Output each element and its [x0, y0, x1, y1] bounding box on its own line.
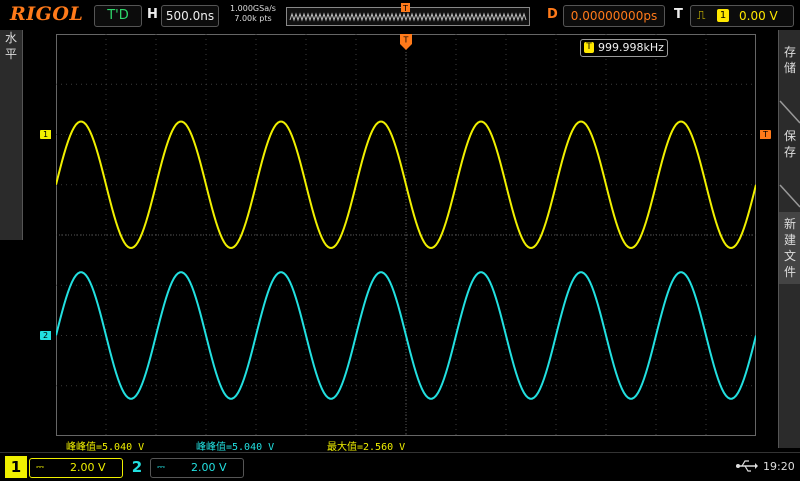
usb-icon [736, 459, 758, 477]
memory-overview[interactable]: T [286, 3, 530, 26]
menu-divider-icon [779, 184, 800, 208]
measurement-ch2-vpp: 峰峰值=5.040 V [196, 442, 275, 453]
side-menu-item-storage[interactable]: 存储 [779, 44, 800, 76]
ch2-settings[interactable]: ⎓ 2.00 V [150, 458, 244, 478]
side-menu-item-save[interactable]: 保存 [779, 128, 800, 160]
memory-overview-graphic: T [286, 3, 530, 26]
ch2-scale: 2.00 V [191, 461, 227, 474]
sample-info: 1.000GSa/s 7.00k pts [228, 4, 278, 24]
ch1-scale: 2.00 V [70, 461, 106, 474]
trigger-position-text: T [403, 36, 409, 45]
run-mode-indicator[interactable]: T'D [94, 5, 142, 27]
delay-value[interactable]: 0.00000000ps [563, 5, 665, 27]
side-menu-item-new-file[interactable]: 新建文件 [779, 212, 800, 284]
trigger-level: 0.00 V [739, 9, 778, 23]
ch1-settings[interactable]: ⎓ 2.00 V [29, 458, 123, 478]
waveform-grid [55, 34, 757, 436]
horizontal-menu-label: 水平 [4, 31, 17, 61]
frequency-value: 999.998kHz [598, 41, 664, 54]
horizontal-label: H [147, 7, 158, 22]
memory-trigger-text: T [402, 4, 408, 13]
ch2-number: 2 [131, 458, 143, 476]
measurement-ch1-vmax: 最大值=2.560 V [327, 442, 406, 453]
trigger-label: T [674, 7, 683, 22]
clock: 19:20 [763, 460, 795, 473]
ch2-tab[interactable]: 2 ⎓ 2.00 V [126, 456, 246, 478]
ch1-tab[interactable]: 1 ⎓ 2.00 V [5, 456, 125, 478]
rising-edge-icon: ⎍ [697, 8, 706, 22]
trigger-position-marker[interactable]: T [400, 34, 412, 50]
counter-source-badge: T [584, 42, 594, 53]
menu-divider-icon [779, 100, 800, 124]
trigger-level-marker[interactable]: T [760, 130, 771, 139]
memory-depth: 7.00k pts [234, 14, 272, 23]
waveform-display[interactable] [55, 34, 757, 436]
ch1-dc-coupling-icon: ⎓ [36, 462, 44, 473]
ch2-dc-coupling-icon: ⎓ [157, 462, 165, 473]
measurement-ch1-vpp: 峰峰值=5.040 V [66, 442, 145, 453]
trigger-settings[interactable]: ⎍ 1 0.00 V [690, 5, 794, 27]
frequency-counter: T 999.998kHz [580, 39, 668, 57]
rigol-logo: RIGOL [10, 3, 84, 25]
side-menu: 存储 保存 新建文件 [778, 30, 800, 448]
trigger-source-badge: 1 [717, 9, 729, 22]
delay-label: D [547, 7, 558, 22]
timebase-value[interactable]: 500.0ns [161, 5, 219, 27]
ch1-number: 1 [5, 456, 27, 478]
ch2-offset-marker[interactable]: 2 [40, 331, 51, 340]
ch1-offset-marker[interactable]: 1 [40, 130, 51, 139]
sample-rate: 1.000GSa/s [230, 4, 276, 13]
